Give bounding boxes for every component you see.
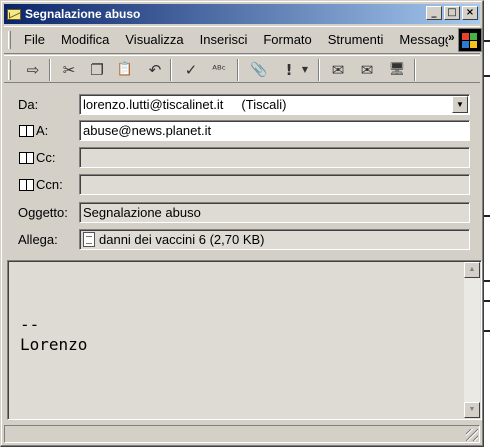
- compose-window: Segnalazione abuso _ □ × File Modifica V…: [0, 0, 484, 447]
- from-row: Da: lorenzo.lutti@tiscalinet.it (Tiscali…: [1, 93, 485, 117]
- message-envelope-icon: [6, 6, 22, 22]
- scroll-up-icon[interactable]: ▲: [464, 262, 480, 278]
- send-icon[interactable]: ⇨: [22, 59, 44, 81]
- priority-dropdown-arrow-icon[interactable]: ▼: [298, 59, 312, 81]
- resize-grip-icon[interactable]: [466, 429, 478, 441]
- status-bar: [4, 425, 480, 443]
- vertical-scrollbar[interactable]: ▲ ▼: [464, 262, 480, 418]
- to-value: abuse@news.planet.it: [83, 123, 212, 138]
- copy-icon[interactable]: ❐: [86, 59, 108, 81]
- menu-bar: File Modifica Visualizza Inserisci Forma…: [4, 26, 482, 54]
- toolbar: ⇨ ✂ ❐ 📋 ↶ ✓ ᴬᴮᶜ 📎 ! ▼ ✉ ✉ 🖥: [4, 55, 480, 83]
- to-label-button[interactable]: A:: [19, 123, 48, 138]
- address-book-icon: [19, 151, 34, 164]
- bcc-label-button[interactable]: Ccn:: [19, 177, 63, 192]
- windows-logo-icon: [458, 28, 482, 52]
- from-value: lorenzo.lutti@tiscalinet.it (Tiscali): [83, 97, 287, 112]
- toolbar-separator: [170, 59, 172, 81]
- paste-icon[interactable]: 📋: [114, 59, 136, 81]
- to-row: A: abuse@news.planet.it: [1, 119, 485, 143]
- subject-field[interactable]: Segnalazione abuso: [79, 202, 470, 223]
- from-select[interactable]: lorenzo.lutti@tiscalinet.it (Tiscali) ▼: [79, 94, 470, 115]
- menu-strumenti[interactable]: Strumenti: [320, 28, 392, 52]
- menu-visualizza[interactable]: Visualizza: [117, 28, 191, 52]
- spelling-icon[interactable]: ᴬᴮᶜ: [208, 59, 230, 81]
- check-names-icon[interactable]: ✓: [180, 59, 202, 81]
- offline-icon[interactable]: 🖥: [386, 59, 408, 81]
- menu-messaggio[interactable]: Messaggio: [391, 28, 448, 52]
- window-title: Segnalazione abuso: [25, 7, 141, 21]
- menu-inserisci[interactable]: Inserisci: [192, 28, 256, 52]
- minimize-button[interactable]: _: [426, 6, 442, 20]
- chevron-down-icon[interactable]: ▼: [452, 96, 468, 113]
- attach-label: Allega:: [18, 232, 58, 247]
- cc-field[interactable]: [79, 147, 470, 168]
- scroll-down-icon[interactable]: ▼: [464, 402, 480, 418]
- cc-label-button[interactable]: Cc:: [19, 150, 56, 165]
- menu-file[interactable]: File: [16, 28, 53, 52]
- subject-value: Segnalazione abuso: [83, 205, 201, 220]
- menu-bar-grip[interactable]: [8, 31, 11, 49]
- title-bar[interactable]: Segnalazione abuso _ □ ×: [4, 4, 480, 24]
- undo-icon[interactable]: ↶: [144, 59, 166, 81]
- bcc-label: Ccn:: [36, 177, 63, 192]
- maximize-button[interactable]: □: [444, 6, 460, 20]
- to-field[interactable]: abuse@news.planet.it: [79, 120, 470, 141]
- toolbar-separator: [49, 59, 51, 81]
- menu-overflow-chevron-icon[interactable]: »: [448, 30, 455, 44]
- priority-icon[interactable]: !: [278, 59, 300, 81]
- attachment-field[interactable]: danni dei vaccini 6 (2,70 KB): [79, 229, 470, 250]
- attachment-name[interactable]: danni dei vaccini 6 (2,70 KB): [99, 232, 264, 247]
- from-label: Da:: [18, 97, 39, 112]
- sign-icon[interactable]: ✉: [327, 59, 349, 81]
- attach-row: Allega: danni dei vaccini 6 (2,70 KB): [1, 228, 485, 252]
- menu-modifica[interactable]: Modifica: [53, 28, 117, 52]
- toolbar-separator: [318, 59, 320, 81]
- toolbar-separator: [237, 59, 239, 81]
- address-book-icon: [19, 178, 34, 191]
- attach-icon[interactable]: 📎: [248, 59, 270, 81]
- cut-icon[interactable]: ✂: [58, 59, 80, 81]
- cc-row: Cc:: [1, 146, 485, 170]
- toolbar-grip[interactable]: [8, 60, 11, 80]
- bcc-field[interactable]: [79, 174, 470, 195]
- encrypt-icon[interactable]: ✉: [356, 59, 378, 81]
- address-book-icon: [19, 124, 34, 137]
- bcc-row: Ccn:: [1, 173, 485, 197]
- subject-label: Oggetto:: [18, 205, 68, 220]
- toolbar-separator: [414, 59, 416, 81]
- close-button[interactable]: ×: [462, 6, 478, 20]
- subject-row: Oggetto: Segnalazione abuso: [1, 201, 485, 225]
- message-body[interactable]: -- Lorenzo ▲ ▼: [7, 260, 482, 420]
- body-text: -- Lorenzo: [20, 315, 88, 354]
- cc-label: Cc:: [36, 150, 56, 165]
- file-icon: [83, 232, 95, 247]
- to-label: A:: [36, 123, 49, 138]
- menu-formato[interactable]: Formato: [255, 28, 319, 52]
